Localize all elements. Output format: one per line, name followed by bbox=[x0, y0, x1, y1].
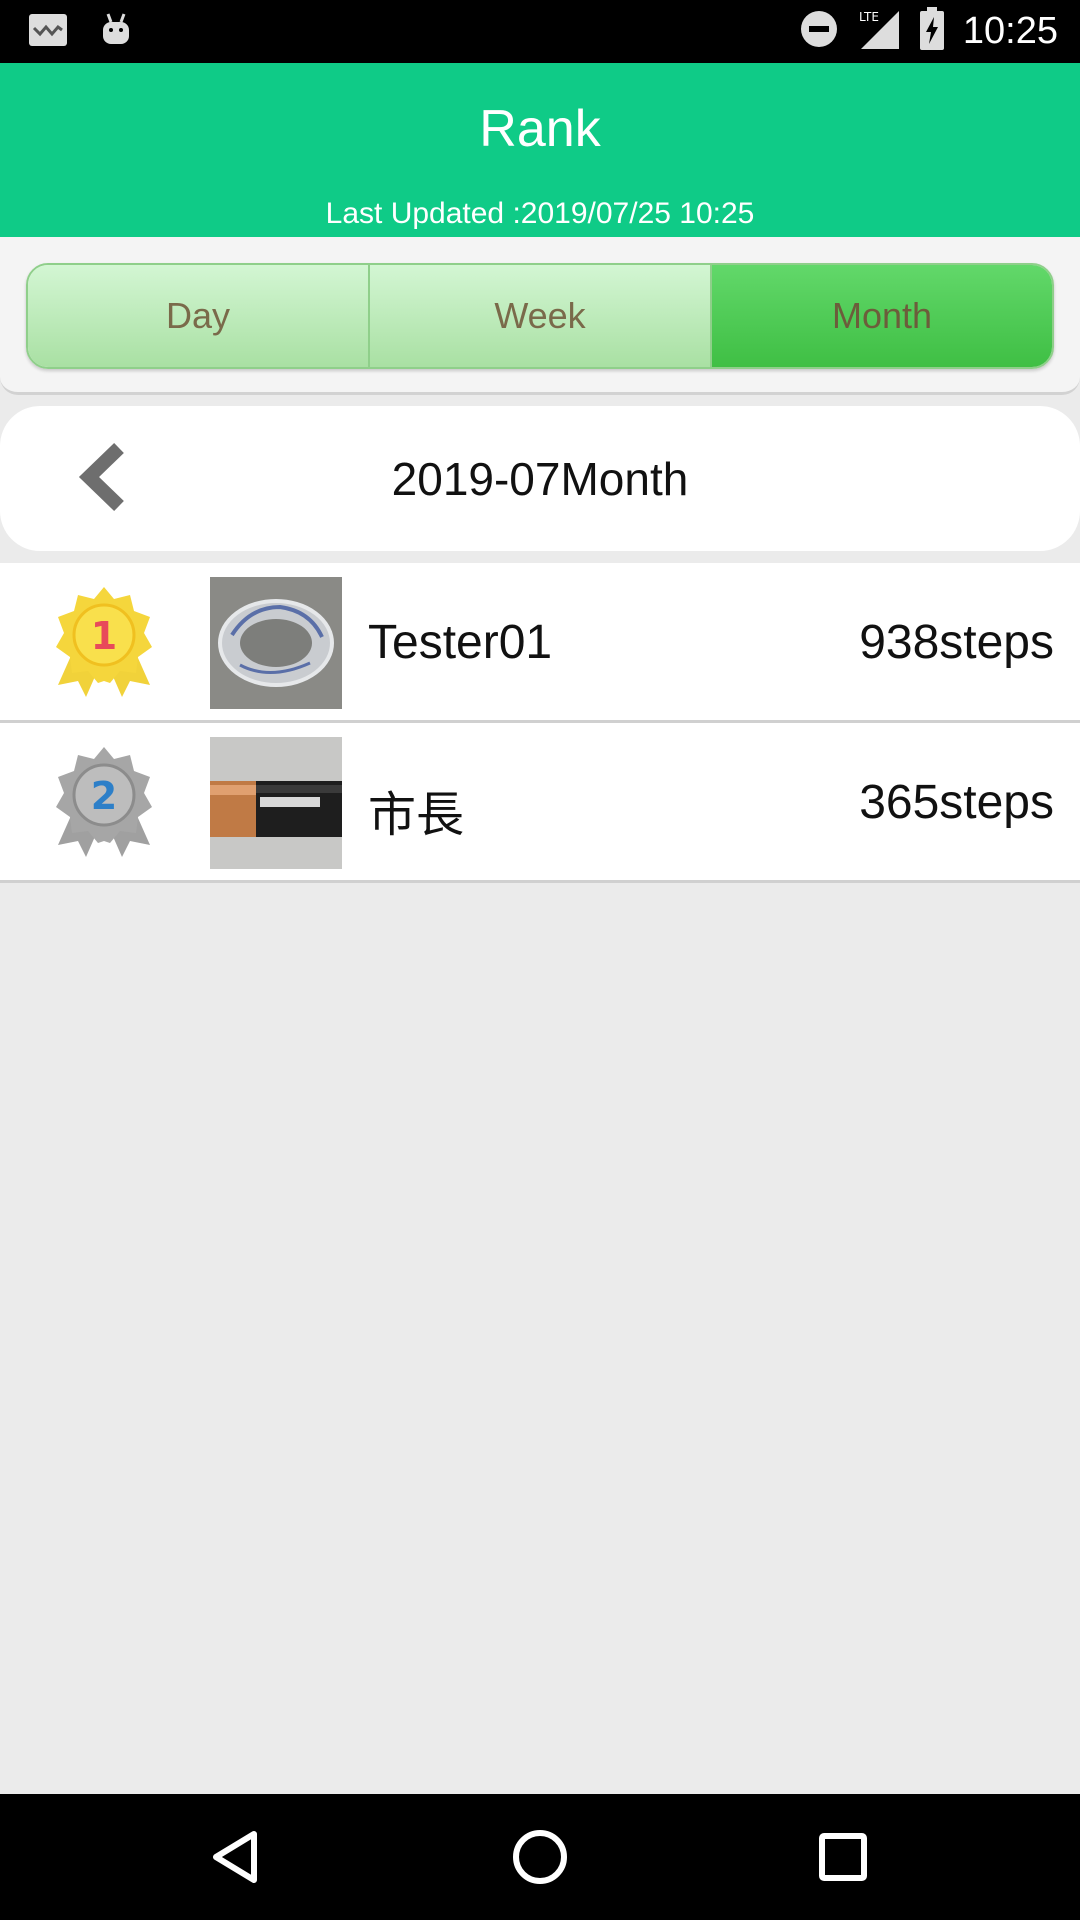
status-time: 10:25 bbox=[962, 10, 1058, 52]
svg-text:1: 1 bbox=[91, 614, 117, 658]
svg-text:2: 2 bbox=[91, 774, 117, 818]
tab-week[interactable]: Week bbox=[370, 265, 712, 367]
back-triangle-icon bbox=[206, 1831, 268, 1892]
system-nav-bar bbox=[0, 1794, 1080, 1920]
recents-square-icon bbox=[812, 1833, 874, 1892]
gold-medal-icon: 1 bbox=[52, 585, 156, 697]
notification-app-icon bbox=[28, 12, 68, 53]
tape-roll-photo bbox=[210, 577, 342, 709]
step-count: 365steps bbox=[859, 776, 1054, 829]
svg-text:LTE: LTE bbox=[859, 10, 879, 24]
lte-signal-icon: LTE bbox=[857, 7, 901, 56]
list-item[interactable]: 2 市長 365steps bbox=[0, 723, 1080, 883]
current-month-label: 2019-07Month bbox=[391, 453, 689, 505]
silver-medal-icon: 2 bbox=[52, 745, 156, 857]
month-navigator: 2019-07Month bbox=[0, 406, 1080, 551]
back-button[interactable] bbox=[206, 1826, 268, 1888]
ranking-list: 1 Tester01 938steps 2 市長 365steps bbox=[0, 563, 1080, 883]
tab-month[interactable]: Month bbox=[712, 265, 1052, 367]
period-tabs: Day Week Month bbox=[26, 263, 1054, 369]
screen: LTE 10:25 Rank Last Updated :2019/07/25 … bbox=[0, 0, 1080, 1920]
list-item[interactable]: 1 Tester01 938steps bbox=[0, 563, 1080, 723]
recents-button[interactable] bbox=[812, 1826, 874, 1888]
do-not-disturb-icon bbox=[799, 9, 839, 54]
user-name: 市長 bbox=[368, 789, 465, 842]
page-title: Rank bbox=[479, 100, 601, 158]
user-name: Tester01 bbox=[368, 616, 553, 669]
home-circle-icon bbox=[509, 1830, 571, 1892]
tab-day[interactable]: Day bbox=[28, 265, 370, 367]
battery-photo bbox=[210, 737, 342, 869]
last-updated-label: Last Updated :2019/07/25 10:25 bbox=[325, 197, 755, 230]
period-tabs-container: Day Week Month bbox=[0, 237, 1080, 395]
android-icon bbox=[100, 12, 132, 53]
battery-charging-icon bbox=[919, 7, 945, 56]
app-header: Rank Last Updated :2019/07/25 10:25 bbox=[0, 63, 1080, 237]
home-button[interactable] bbox=[509, 1826, 571, 1888]
status-bar: LTE 10:25 bbox=[0, 0, 1080, 63]
step-count: 938steps bbox=[859, 616, 1054, 669]
